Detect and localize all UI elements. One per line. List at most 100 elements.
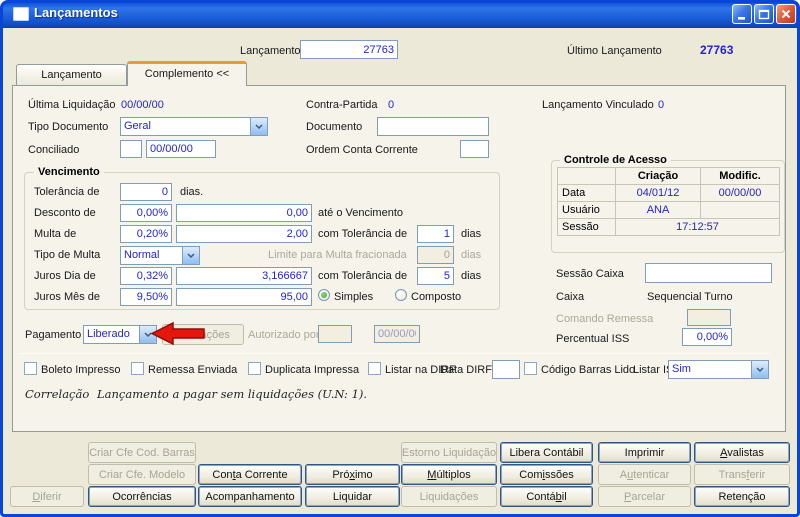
multa-label: Multa de	[34, 228, 77, 240]
conciliado-date-input[interactable]	[146, 140, 216, 158]
minimize-button[interactable]	[732, 4, 752, 24]
button-label: Comissões	[519, 468, 574, 481]
button-label: Imprimir	[624, 446, 665, 459]
button-label: Liquidações	[419, 490, 479, 503]
contabil-button[interactable]: Contábil	[500, 486, 593, 507]
desconto-pct-input[interactable]	[120, 204, 172, 222]
composto-radio[interactable]	[395, 289, 407, 301]
separator	[20, 353, 770, 354]
codigo-barras-lido-label: Código Barras Lido	[541, 364, 636, 376]
button-label: Transferir	[718, 468, 766, 481]
button-label: Estorno Liquidação	[401, 446, 497, 459]
button-label: Autenticar	[619, 468, 670, 481]
autorizado-por-label: Autorizado por	[248, 329, 320, 341]
listar-iss-select[interactable]: Sim	[668, 360, 769, 379]
button-label: Criar Cfe. Modelo	[98, 468, 186, 481]
documento-input[interactable]	[377, 117, 489, 136]
avalistas-button[interactable]: Avalistas	[694, 442, 790, 463]
ordem-conta-corrente-input[interactable]	[460, 140, 489, 158]
multa-dias-label: dias	[461, 228, 482, 240]
pagamento-label: Pagamento	[25, 329, 82, 341]
button-label: Diferir	[32, 490, 62, 503]
acompanhamento-button[interactable]: Acompanhamento	[198, 486, 302, 507]
maximize-button[interactable]	[754, 4, 774, 24]
sessao-caixa-input[interactable]	[645, 263, 772, 283]
juros-dia-tolerancia-input[interactable]	[417, 267, 454, 285]
comissoes-button[interactable]: Comissões	[500, 464, 593, 485]
multa-valor-input[interactable]	[176, 225, 312, 243]
pagamento-selected: Liberado	[87, 328, 130, 340]
juros-dia-pct-input[interactable]	[120, 267, 172, 285]
button-label: Múltiplos	[427, 468, 471, 481]
tolerancia-label: Tolerância de	[34, 186, 100, 198]
lancamento-input[interactable]	[300, 40, 398, 59]
ultimo-lancamento-value: 27763	[700, 43, 734, 57]
maximize-icon	[758, 9, 770, 20]
tab-complemento[interactable]: Complemento <<	[127, 61, 247, 86]
comando-remessa-label: Comando Remessa	[556, 313, 654, 325]
retencao-button[interactable]: Retenção	[694, 486, 790, 507]
pagamento-select[interactable]: Liberado	[83, 325, 157, 344]
multiplos-button[interactable]: Múltiplos	[401, 464, 497, 485]
button-label: Contábil	[526, 490, 567, 503]
boleto-impresso-label: Boleto Impresso	[41, 364, 121, 376]
simples-radio[interactable]	[318, 289, 330, 301]
window-titlebar: Lançamentos	[0, 0, 800, 28]
estorno-liquidacao-button: Estorno Liquidação	[401, 442, 497, 463]
tolerancia-input[interactable]	[120, 183, 172, 201]
criar-cfe-modelo-button: Criar Cfe. Modelo	[88, 464, 196, 485]
multa-tolerancia-label: com Tolerância de	[318, 228, 408, 240]
listar-na-dirf-checkbox[interactable]	[368, 362, 381, 375]
data-dirf-input[interactable]	[492, 360, 520, 379]
lancamento-label: Lançamento	[240, 45, 301, 57]
conta-corrente-button[interactable]: Conta Corrente	[198, 464, 302, 485]
percentual-iss-label: Percentual ISS	[556, 333, 630, 345]
multa-tolerancia-input[interactable]	[417, 225, 454, 243]
minimize-icon	[738, 17, 745, 20]
liquidar-button[interactable]: Liquidar	[305, 486, 400, 507]
table-row: Sessão 17:12:57	[557, 218, 780, 236]
sessao-caixa-label: Sessão Caixa	[556, 268, 624, 280]
percentual-iss-input[interactable]	[682, 328, 732, 346]
libera-contabil-button[interactable]: Libera Contábil	[500, 442, 593, 463]
app-icon	[13, 7, 29, 21]
app-window: Lançamentos Lançamento Último Lançamento…	[0, 0, 800, 517]
remessa-enviada-checkbox[interactable]	[131, 362, 144, 375]
tipo-documento-select[interactable]: Geral	[120, 117, 268, 136]
button-label: Avalistas	[720, 446, 764, 459]
remessa-enviada-label: Remessa Enviada	[148, 364, 238, 376]
tipo-multa-select[interactable]: Normal	[120, 246, 200, 265]
juros-mes-pct-input[interactable]	[120, 288, 172, 306]
boleto-impresso-checkbox[interactable]	[24, 362, 37, 375]
ultimo-lancamento-label: Último Lançamento	[567, 45, 662, 57]
juros-mes-label: Juros Mês de	[34, 291, 101, 303]
red-arrow-annotation-icon	[150, 321, 205, 346]
controle-acesso-title: Controle de Acesso	[560, 154, 671, 166]
proximo-button[interactable]: Próximo	[305, 464, 400, 485]
tipo-multa-selected: Normal	[124, 249, 160, 261]
juros-mes-valor-input[interactable]	[176, 288, 312, 306]
codigo-barras-lido-checkbox[interactable]	[524, 362, 537, 375]
col-criacao-header: Criação	[615, 167, 701, 185]
correlacao-label: Correlação	[25, 387, 90, 401]
button-label: Parcelar	[624, 490, 665, 503]
lancamento-vinculado-value: 0	[658, 99, 665, 111]
multa-pct-input[interactable]	[120, 225, 172, 243]
conciliado-flag-input[interactable]	[120, 140, 142, 158]
ocorrencias-button[interactable]: Ocorrências	[88, 486, 196, 507]
imprimir-button[interactable]: Imprimir	[598, 442, 691, 463]
diferir-button: Diferir	[10, 486, 84, 507]
close-button[interactable]	[776, 4, 796, 24]
ultima-liquidacao-label: Última Liquidação	[28, 99, 116, 111]
tab-lancamento[interactable]: Lançamento	[16, 64, 127, 85]
juros-dia-valor-input[interactable]	[176, 267, 312, 285]
chevron-down-icon	[250, 118, 267, 135]
criar-cfe-cod-barras-button: Criar Cfe Cod. Barras	[88, 442, 196, 463]
desconto-valor-input[interactable]	[176, 204, 312, 222]
conciliado-label: Conciliado	[28, 144, 80, 156]
listar-iss-selected: Sim	[672, 363, 691, 375]
caixa-value: Sequencial Turno	[647, 291, 733, 303]
duplicata-impressa-checkbox[interactable]	[248, 362, 261, 375]
table-cell	[557, 167, 616, 185]
ultima-liquidacao-value: 00/00/00	[121, 99, 164, 111]
